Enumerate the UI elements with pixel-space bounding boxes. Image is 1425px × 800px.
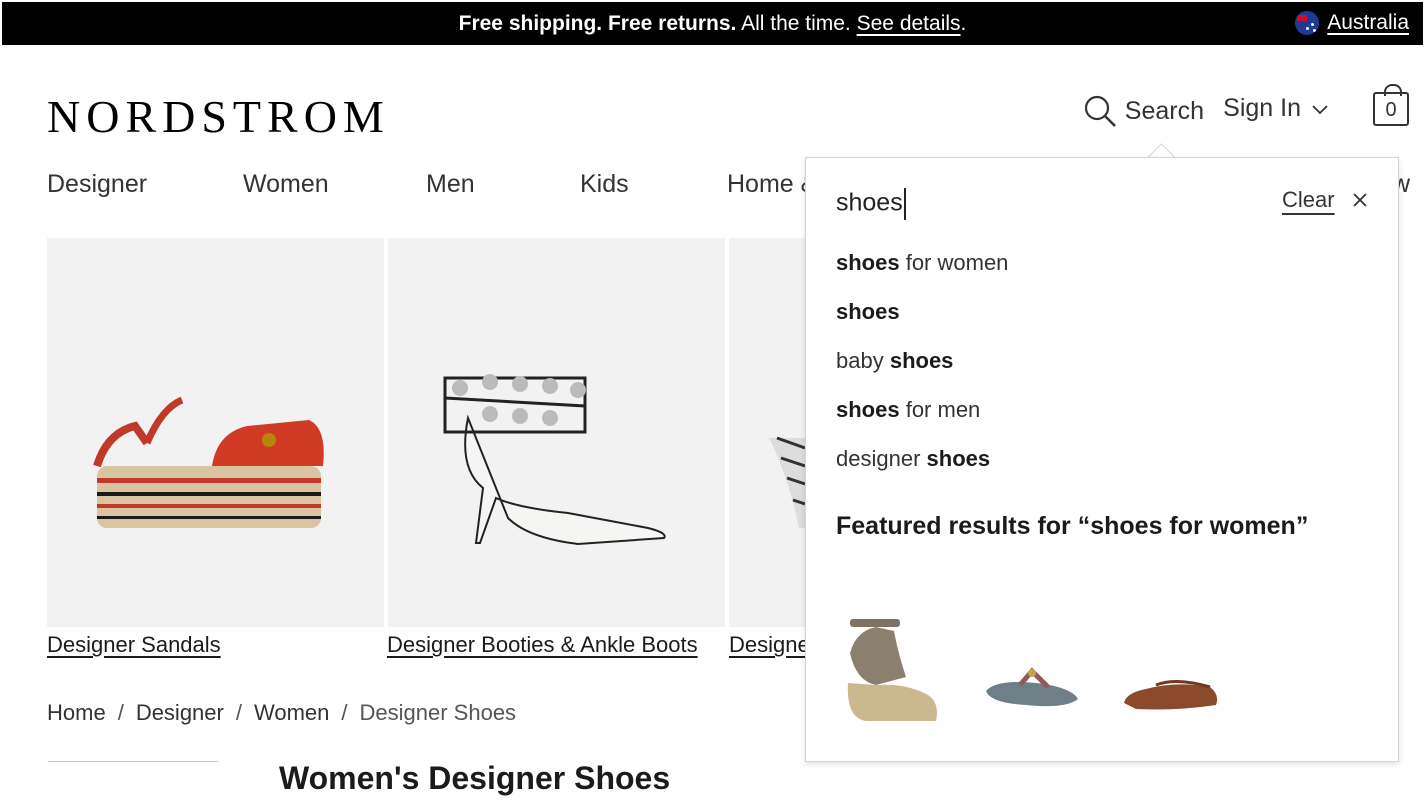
- bag-count: 0: [1385, 99, 1397, 121]
- promo-free-returns: Free returns.: [607, 12, 737, 35]
- nav-item-women[interactable]: Women: [243, 170, 329, 199]
- suggestion-item[interactable]: designer shoes: [836, 446, 990, 472]
- nav-item-men[interactable]: Men: [426, 170, 475, 199]
- suggestion-match: shoes: [836, 299, 900, 324]
- search-label: Search: [1124, 96, 1204, 125]
- white-bootie-image: [443, 374, 666, 546]
- tile-label-booties[interactable]: Designer Booties & Ankle Boots: [387, 632, 698, 658]
- suggestion-item[interactable]: shoes for women: [836, 250, 1008, 276]
- breadcrumb-designer[interactable]: Designer: [136, 700, 224, 726]
- nav-item-kids[interactable]: Kids: [580, 170, 629, 199]
- breadcrumb-separator: /: [341, 700, 348, 725]
- promo-message: Free shipping. Free returns. All the tim…: [2, 12, 1423, 36]
- see-details-link[interactable]: See details: [857, 12, 961, 35]
- text-cursor: [903, 188, 906, 220]
- search-input[interactable]: shoes: [836, 188, 906, 220]
- featured-product-mule[interactable]: [1116, 613, 1226, 728]
- promo-bar: Free shipping. Free returns. All the tim…: [2, 2, 1423, 45]
- suggestion-prefix: designer: [836, 446, 927, 471]
- featured-product-wedge-sandal[interactable]: [836, 613, 946, 728]
- breadcrumb-separator: /: [235, 700, 242, 725]
- tile-label-third[interactable]: Designer: [729, 632, 817, 658]
- suggestion-match: shoes: [926, 446, 991, 471]
- clear-button[interactable]: Clear: [1282, 187, 1335, 213]
- category-tile-third[interactable]: [729, 238, 806, 627]
- dropdown-caret: [1146, 142, 1176, 158]
- featured-results-heading: Featured results for “shoes for women”: [836, 512, 1309, 540]
- suggestion-match: shoes: [889, 348, 954, 373]
- breadcrumb-women[interactable]: Women: [254, 700, 329, 726]
- breadcrumb-home[interactable]: Home: [47, 700, 106, 726]
- search-dropdown: shoes Clear shoes for women shoes baby s…: [805, 157, 1399, 762]
- suggestion-prefix: baby: [836, 348, 890, 373]
- suggestion-item[interactable]: shoes: [836, 299, 900, 325]
- category-tile-booties[interactable]: [388, 238, 725, 627]
- espadrille-sandal-image: [93, 396, 324, 528]
- promo-period: .: [960, 12, 967, 35]
- striped-shoe-image: [769, 436, 806, 528]
- search-button[interactable]: Search: [1083, 94, 1204, 128]
- country-selector[interactable]: Australia: [1295, 11, 1409, 35]
- close-icon[interactable]: [1351, 191, 1369, 209]
- suggestion-item[interactable]: shoes for men: [836, 397, 980, 423]
- featured-product-thong-sandal[interactable]: [976, 613, 1086, 728]
- nav-item-designer[interactable]: Designer: [47, 170, 147, 199]
- promo-free-shipping: Free shipping.: [458, 12, 603, 35]
- breadcrumb-separator: /: [117, 700, 124, 725]
- search-icon: [1084, 95, 1116, 127]
- nordstrom-logo[interactable]: NORDSTROM: [47, 90, 390, 143]
- filter-divider: [48, 761, 218, 762]
- tile-label-sandals[interactable]: Designer Sandals: [47, 632, 221, 658]
- breadcrumb-current: Designer Shoes: [359, 700, 517, 725]
- suggestion-match: shoes: [836, 397, 900, 422]
- category-tile-sandals[interactable]: [47, 238, 384, 627]
- chevron-down-icon: [1312, 104, 1328, 114]
- country-label: Australia: [1327, 11, 1409, 34]
- sign-in-label: Sign In: [1223, 94, 1301, 122]
- suggestion-item[interactable]: baby shoes: [836, 348, 953, 374]
- promo-all-the-time: All the time.: [741, 12, 851, 35]
- breadcrumb: Home / Designer / Women / Designer Shoes: [47, 700, 516, 726]
- suggestion-match: shoes: [836, 250, 900, 275]
- suggestion-suffix: for women: [899, 250, 1009, 275]
- suggestion-suffix: for men: [899, 397, 981, 422]
- australia-flag-icon: [1295, 11, 1320, 35]
- sign-in-button[interactable]: Sign In: [1223, 94, 1329, 123]
- shopping-bag-icon[interactable]: 0: [1373, 84, 1409, 126]
- nav-item-home[interactable]: Home &: [727, 170, 817, 199]
- page-title: Women's Designer Shoes: [279, 760, 671, 796]
- search-query-text: shoes: [836, 188, 903, 217]
